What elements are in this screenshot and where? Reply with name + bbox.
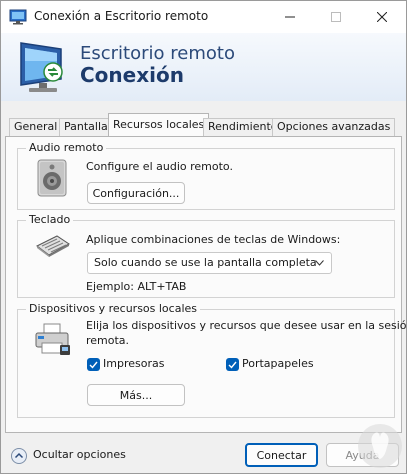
tab-recursos-locales[interactable]: Recursos locales — [108, 113, 210, 137]
keyboard-description: Aplique combinaciones de teclas de Windo… — [86, 233, 341, 246]
chevron-down-icon — [315, 260, 324, 266]
maximize-icon — [331, 12, 341, 22]
checkmark-icon — [89, 361, 98, 369]
tab-strip: General Pantalla Recursos locales Rendim… — [1, 101, 406, 137]
connect-button[interactable]: Conectar — [245, 443, 318, 467]
banner-subtitle: Escritorio remoto — [80, 43, 235, 64]
printers-label[interactable]: Impresoras — [103, 357, 164, 370]
audio-description: Configure el audio remoto. — [86, 160, 233, 173]
banner-title: Conexión — [80, 63, 184, 87]
keyboard-icon — [36, 235, 70, 257]
clipboard-checkbox[interactable] — [226, 358, 239, 371]
clipboard-label[interactable]: Portapapeles — [242, 357, 314, 370]
minimize-button[interactable] — [267, 1, 313, 33]
tab-general[interactable]: General — [9, 118, 63, 136]
audio-group-title: Audio remoto — [26, 141, 107, 154]
audio-configure-button[interactable]: Configuración... — [87, 182, 185, 204]
keyboard-group: Teclado Aplique combinaciones de teclas … — [17, 213, 395, 298]
remote-desktop-window: Conexión a Escritorio remoto Escritorio … — [0, 0, 407, 474]
keyboard-select-value: Solo cuando se use la pantalla completa — [94, 256, 317, 269]
window-title: Conexión a Escritorio remoto — [34, 9, 209, 23]
devices-description-line2: remota. — [86, 334, 130, 347]
devices-description-line1: Elija los dispositivos y recursos que de… — [86, 319, 407, 332]
close-icon — [377, 12, 387, 22]
printer-icon — [35, 323, 70, 355]
more-devices-button[interactable]: Más... — [87, 384, 185, 406]
remote-desktop-logo-icon — [20, 42, 63, 92]
tab-pantalla[interactable]: Pantalla — [59, 118, 113, 136]
hide-options-link[interactable]: Ocultar opciones — [33, 448, 126, 461]
tab-panel-recursos-locales: Audio remoto Configure el audio remoto. … — [5, 136, 407, 433]
remote-desktop-icon — [9, 9, 27, 25]
minimize-icon — [285, 16, 295, 18]
title-bar[interactable]: Conexión a Escritorio remoto — [1, 1, 406, 33]
close-button[interactable] — [359, 1, 405, 33]
devices-group-title: Dispositivos y recursos locales — [26, 302, 201, 315]
audio-group: Audio remoto Configure el audio remoto. … — [17, 141, 395, 210]
chevron-up-icon[interactable] — [11, 448, 27, 464]
checkmark-icon — [228, 361, 237, 369]
speaker-icon — [37, 159, 67, 197]
devices-group: Dispositivos y recursos locales Elija lo… — [17, 302, 407, 418]
tab-opciones-avanzadas[interactable]: Opciones avanzadas — [272, 118, 396, 136]
watermark-logo-icon — [358, 424, 402, 468]
header-banner: Escritorio remoto Conexión — [1, 33, 406, 101]
maximize-button[interactable] — [313, 1, 359, 33]
keyboard-combination-select[interactable]: Solo cuando se use la pantalla completa — [87, 252, 332, 274]
tab-rendimiento[interactable]: Rendimiento — [203, 118, 283, 136]
keyboard-example: Ejemplo: ALT+TAB — [86, 280, 187, 293]
printers-checkbox[interactable] — [87, 358, 100, 371]
keyboard-group-title: Teclado — [26, 213, 74, 226]
